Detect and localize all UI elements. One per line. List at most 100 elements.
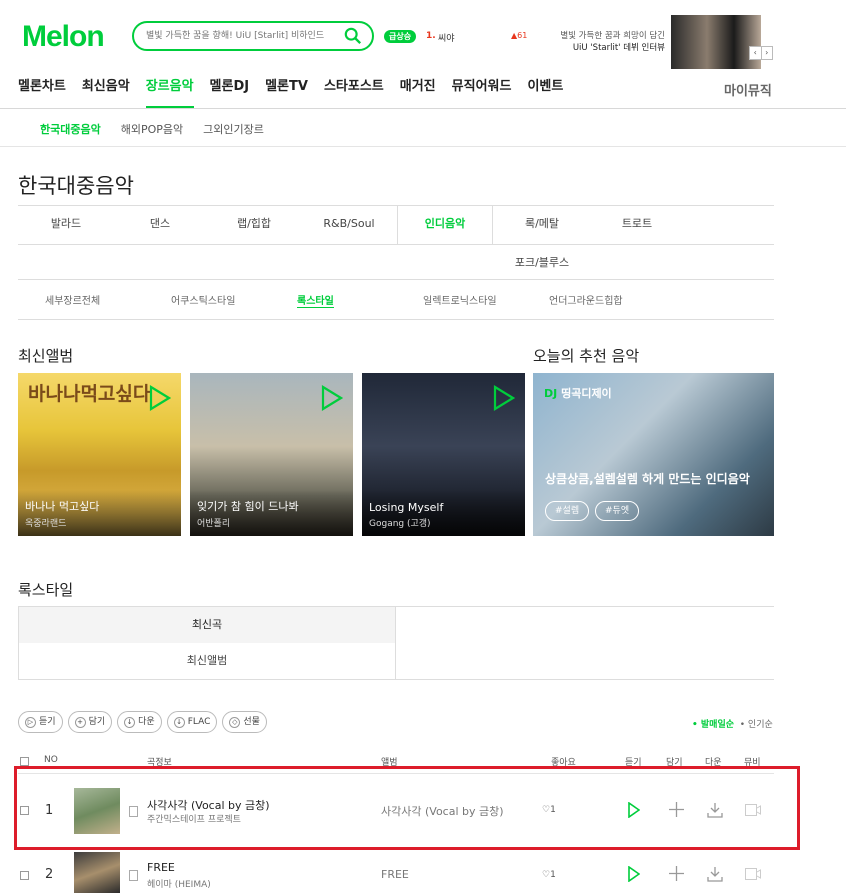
play-icon[interactable] — [321, 385, 343, 411]
dj-badge-label: 띵곡디제이 — [561, 387, 612, 400]
nav-chart[interactable]: 멜론차트 — [18, 72, 66, 108]
listen-button-label: 듣기 — [39, 717, 56, 727]
song-info-icon[interactable] — [129, 870, 138, 881]
nav-event[interactable]: 이벤트 — [527, 72, 563, 108]
play-icon[interactable] — [493, 385, 515, 411]
nav-my-music[interactable]: 마이뮤직 — [724, 80, 772, 99]
divider — [396, 606, 774, 607]
mv-icon[interactable] — [745, 868, 761, 880]
trending-rank: 1. — [426, 31, 436, 41]
album-thumbnail[interactable] — [74, 852, 120, 893]
flac-button[interactable]: ↓ FLAC — [166, 711, 218, 733]
album-artist[interactable]: 옥중라랜드 — [25, 516, 66, 529]
genre-rock[interactable]: 록/메탈 — [494, 206, 590, 244]
nav-newest[interactable]: 최신음악 — [82, 72, 130, 108]
song-title[interactable]: FREE — [147, 861, 175, 874]
album-cover-text: 바나나먹고싶다 — [28, 383, 151, 405]
genre-hiphop[interactable]: 랩/힙합 — [206, 206, 302, 244]
tag-chip[interactable]: #듀엣 — [595, 501, 640, 521]
sort-options: • 발매일순 • 인기순 — [692, 717, 773, 730]
album-card[interactable]: 잊기가 참 힘이 드나봐 어반폴리 — [190, 373, 353, 536]
play-icon[interactable] — [628, 866, 640, 882]
add-button-label: 담기 — [88, 717, 106, 727]
album-title[interactable]: 잊기가 참 힘이 드나봐 — [197, 498, 299, 514]
gift-button-label: 선물 — [243, 717, 260, 727]
select-all-checkbox[interactable] — [20, 757, 29, 766]
album-title[interactable]: 바나나 먹고싶다 — [25, 498, 99, 514]
download-button[interactable]: ↓ 다운 — [117, 711, 162, 733]
album-artist[interactable]: 어반폴리 — [197, 516, 230, 529]
album-title[interactable]: Losing Myself — [369, 501, 443, 514]
style-underground[interactable]: 언더그라운드힙합 — [549, 292, 623, 307]
subnav-other[interactable]: 그외인기장르 — [203, 121, 264, 137]
song-artist[interactable]: 헤이마 (HEIMA) — [147, 877, 211, 890]
like-button[interactable]: ♡1 — [542, 870, 556, 880]
style-electronic[interactable]: 일렉트로닉스타일 — [423, 292, 497, 307]
tab-latest-songs[interactable]: 최신곡 — [18, 606, 396, 643]
flac-button-label: FLAC — [187, 717, 211, 727]
nav-award[interactable]: 뮤직어워드 — [452, 72, 512, 108]
nav-tv[interactable]: 멜론TV — [265, 72, 308, 108]
sort-popular-label: 인기순 — [747, 720, 773, 730]
sort-release[interactable]: • 발매일순 — [692, 720, 734, 730]
add-button[interactable]: + 담기 — [67, 711, 113, 733]
nav-genre[interactable]: 장르음악 — [145, 72, 194, 108]
tab-latest-albums[interactable]: 최신앨범 — [18, 643, 396, 680]
genre-indie[interactable]: 인디음악 — [397, 206, 493, 245]
main-nav: 멜론차트 최신음악 장르음악 멜론DJ 멜론TV 스타포스트 매거진 뮤직어워드… — [18, 72, 579, 108]
download-button-label: 다운 — [138, 717, 155, 727]
chevron-right-icon[interactable]: › — [760, 47, 773, 59]
promo-text[interactable]: 별빛 가득한 꿈과 희망이 담긴 UiU 'Starlit' 데뷔 인터뷰 — [545, 30, 665, 54]
recommend-card[interactable]: DJ 띵곡디제이 상큼상큼,설렘설렘 하게 만드는 인디음악 #설렘 #듀엣 — [533, 373, 774, 536]
style-all[interactable]: 세부장르전체 — [45, 292, 100, 307]
promo-banner-image[interactable] — [671, 15, 761, 69]
latest-albums-title: 최신앨범 — [18, 347, 74, 365]
album-card[interactable]: 바나나먹고싶다 바나나 먹고싶다 옥중라랜드 — [18, 373, 181, 536]
highlight-box — [14, 766, 800, 850]
sort-release-label: 발매일순 — [700, 720, 735, 730]
listen-button[interactable]: ▷ 듣기 — [18, 711, 63, 733]
trending-delta: ▲61 — [511, 31, 528, 40]
style-rock[interactable]: 록스타일 — [297, 292, 334, 308]
sort-popular[interactable]: • 인기순 — [740, 720, 773, 730]
genre-ballad[interactable]: 발라드 — [18, 206, 114, 244]
subnav-pop[interactable]: 해외POP음악 — [121, 121, 183, 137]
recommend-text[interactable]: 상큼상큼,설렘설렘 하게 만드는 인디음악 — [545, 470, 750, 487]
search-icon[interactable] — [344, 27, 362, 45]
list-action-buttons: ▷ 듣기 + 담기 ↓ 다운 ↓ FLAC ◇ 선물 — [18, 711, 272, 733]
subnav-kpop[interactable]: 한국대중음악 — [40, 121, 101, 137]
download-icon: ↓ — [124, 716, 136, 728]
trending-keyword[interactable]: 씨야 — [438, 31, 455, 44]
album-artist[interactable]: Gogang (고갱) — [369, 516, 431, 529]
album-card[interactable]: Losing Myself Gogang (고갱) — [362, 373, 525, 536]
page-title: 한국대중음악 — [18, 174, 134, 198]
dj-badge: DJ 띵곡디제이 — [544, 385, 612, 401]
genre-trot[interactable]: 트로트 — [589, 206, 685, 244]
heart-icon: ♡ — [542, 870, 551, 880]
plus-icon[interactable] — [669, 866, 684, 881]
row-checkbox[interactable] — [20, 871, 29, 880]
nav-magazine[interactable]: 매거진 — [400, 72, 436, 108]
recommend-title: 오늘의 추천 음악 — [533, 347, 640, 365]
chevron-left-icon[interactable]: ‹ — [750, 47, 761, 59]
genre-dance[interactable]: 댄스 — [112, 206, 208, 244]
promo-line2: UiU 'Starlit' 데뷔 인터뷰 — [572, 43, 665, 53]
download-icon: ↓ — [173, 716, 185, 728]
search-input[interactable] — [146, 28, 338, 44]
search-box — [132, 21, 374, 51]
download-icon[interactable] — [707, 866, 723, 882]
genre-rnb[interactable]: R&B/Soul — [301, 206, 397, 244]
plus-icon: + — [74, 716, 86, 728]
song-album[interactable]: FREE — [381, 868, 409, 881]
gift-button[interactable]: ◇ 선물 — [222, 711, 267, 733]
play-icon[interactable] — [149, 385, 171, 411]
table-row: 2 FREE 헤이마 (HEIMA) FREE ♡1 — [18, 849, 774, 893]
nav-dj[interactable]: 멜론DJ — [210, 72, 250, 108]
genre-grid: 발라드 댄스 랩/힙합 R&B/Soul 인디음악 록/메탈 트로트 포크/블루… — [18, 205, 774, 280]
tag-chip[interactable]: #설렘 — [545, 501, 590, 521]
play-icon: ▷ — [25, 716, 36, 728]
style-acoustic[interactable]: 어쿠스틱스타일 — [171, 292, 235, 307]
nav-starpost[interactable]: 스타포스트 — [324, 72, 384, 108]
melon-logo[interactable]: Melon — [22, 20, 105, 54]
genre-folk[interactable]: 포크/블루스 — [494, 245, 590, 283]
